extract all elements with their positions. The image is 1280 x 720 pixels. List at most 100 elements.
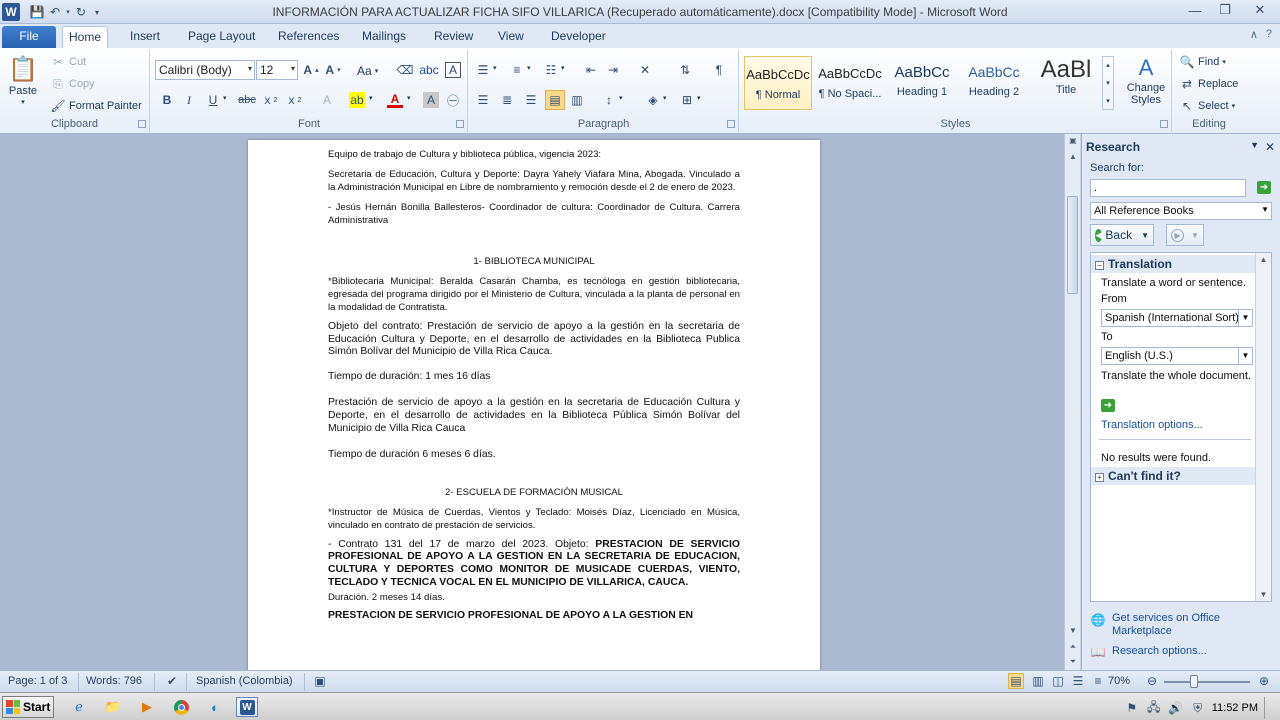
superscript-icon[interactable]: x2 [287,92,303,108]
asian-layout-icon[interactable]: ✕ [637,62,653,78]
media-player-icon[interactable]: ▶ [136,697,158,717]
cant-find-section-header[interactable]: + Can't find it? [1091,467,1255,485]
chrome-icon[interactable] [170,697,192,717]
scroll-up-icon[interactable]: ▲ [1065,150,1081,164]
find-button[interactable]: 🔍 Find ▾ [1179,54,1226,70]
highlight-dropdown-icon[interactable]: ▾ [369,94,373,102]
tab-view[interactable]: View [492,26,530,48]
macro-recording-icon[interactable]: ▣ [312,673,328,689]
close-pane-icon[interactable]: ✕ [1265,140,1275,154]
text-effects-icon[interactable]: A [319,92,335,108]
bullets-dropdown-icon[interactable]: ▾ [493,64,497,72]
next-page-icon[interactable]: ⏷ [1065,655,1081,669]
results-scrollbar[interactable]: ▲ ▼ [1255,253,1271,601]
document-page[interactable]: Equipo de trabajo de Cultura y bibliotec… [248,140,820,670]
style-no-spacing[interactable]: AaBbCcDc ¶ No Spaci... [816,56,884,110]
shading-dropdown-icon[interactable]: ▾ [663,94,667,102]
borders-dropdown-icon[interactable]: ▾ [697,94,701,102]
strikethrough-icon[interactable]: abc [238,92,256,108]
format-painter-button[interactable]: 🖌 Format Painter [50,98,141,114]
proofing-icon[interactable]: ✔ [164,673,180,689]
style-heading-2[interactable]: AaBbCc Heading 2 [960,56,1028,110]
paragraph-launcher-icon[interactable] [727,120,735,128]
zoom-level[interactable]: 70% [1108,675,1130,687]
enclose-characters-icon[interactable]: ㊀ [445,92,461,108]
previous-page-icon[interactable]: ⏶ [1065,640,1081,654]
character-shading-icon[interactable]: A [423,92,439,108]
character-border-icon[interactable]: A [445,62,461,78]
clipboard-launcher-icon[interactable] [138,120,146,128]
back-button[interactable]: ◀ Back ▼ [1090,224,1154,246]
tab-home[interactable]: Home [62,26,109,48]
get-services-link[interactable]: Get services on Office Marketplace [1112,612,1262,638]
align-center-icon[interactable]: ≣ [499,92,515,108]
zoom-out-icon[interactable]: ⊖ [1144,673,1160,689]
from-language-select[interactable]: Spanish (International Sort) ▼ [1101,309,1253,327]
underline-dropdown-icon[interactable]: ▾ [223,94,227,102]
distributed-icon[interactable]: ▥ [569,92,585,108]
font-color-icon[interactable]: A [387,92,403,108]
styles-gallery-scroll[interactable]: ▴ ▾ ▾ [1102,56,1114,110]
maximize-icon[interactable]: ❐ [1210,0,1240,20]
translation-options-link[interactable]: Translation options... [1101,419,1203,431]
replace-button[interactable]: ⇄ Replace [1179,76,1238,92]
tab-references[interactable]: References [272,26,345,48]
phonetic-guide-icon[interactable]: abc [419,62,438,78]
word-taskbar-icon[interactable]: W [236,697,258,717]
translate-document-go-icon[interactable]: ➔ [1101,399,1115,412]
numbering-dropdown-icon[interactable]: ▾ [527,64,531,72]
style-normal[interactable]: AaBbCcDc ¶ Normal [744,56,812,110]
bold-icon[interactable]: B [159,92,175,108]
tab-file[interactable]: File [2,26,56,48]
tab-review[interactable]: Review [428,26,479,48]
print-layout-icon[interactable]: ▤ [1008,673,1024,689]
zoom-in-icon[interactable]: ⊕ [1256,673,1272,689]
show-formatting-icon[interactable]: ¶ [711,62,727,78]
align-right-icon[interactable]: ☰ [523,92,539,108]
style-title[interactable]: AaBl Title [1032,56,1100,110]
pane-options-icon[interactable]: ▼ [1250,140,1259,150]
select-button[interactable]: ↖ Select ▾ [1179,98,1235,114]
change-styles-button[interactable]: A Change Styles [1124,54,1168,106]
decrease-indent-icon[interactable]: ⇤ [583,62,599,78]
network-icon[interactable]: 🖧 [1146,700,1162,716]
tab-mailings[interactable]: Mailings [356,26,412,48]
multilevel-dropdown-icon[interactable]: ▾ [561,64,565,72]
outline-icon[interactable]: ☰ [1070,673,1086,689]
style-heading-1[interactable]: AaBbCc Heading 1 [888,56,956,110]
tab-page-layout[interactable]: Page Layout [182,26,261,48]
security-icon[interactable]: ⛨ [1190,700,1206,716]
font-name-combo[interactable]: Calibri (Body) ▾ [155,60,255,80]
scrollbar-thumb[interactable] [1067,196,1078,294]
subscript-icon[interactable]: x2 [263,92,279,108]
clock[interactable]: 11:52 PM [1212,702,1258,714]
bullets-icon[interactable]: ☰ [475,62,491,78]
document-vertical-scrollbar[interactable]: ▣ ▲ ▼ ⏶ ⏷ [1064,134,1080,670]
copy-button[interactable]: ⎘ Copy [50,76,95,92]
web-layout-icon[interactable]: ◫ [1050,673,1066,689]
italic-icon[interactable]: I [181,92,197,108]
document-area[interactable]: Equipo de trabajo de Cultura y bibliotec… [0,134,1080,670]
language-status[interactable]: Spanish (Colombia) [196,675,293,687]
minimize-icon[interactable]: — [1180,0,1210,20]
to-language-select[interactable]: English (U.S.) ▼ [1101,347,1253,365]
highlight-icon[interactable]: ab [349,92,365,108]
volume-icon[interactable]: 🔊 [1168,700,1184,716]
start-button[interactable]: Start [2,696,54,718]
justify-icon[interactable]: ▤ [545,90,565,110]
forward-button[interactable]: ▶ ▼ [1166,224,1204,246]
multilevel-list-icon[interactable]: ☷ [543,62,559,78]
reference-source-select[interactable]: All Reference Books ▼ [1090,202,1272,220]
file-explorer-icon[interactable]: 📁 [102,697,124,717]
action-center-icon[interactable]: ⚑ [1124,700,1140,716]
help-icon[interactable]: ? [1266,28,1272,41]
word-count-status[interactable]: Words: 796 [86,675,142,687]
page-count-status[interactable]: Page: 1 of 3 [8,675,67,687]
zoom-slider-thumb[interactable] [1190,675,1198,688]
numbering-icon[interactable]: ≡ [509,62,525,78]
line-spacing-icon[interactable]: ↕ [601,92,617,108]
shrink-font-icon[interactable]: A ▾ [325,62,341,78]
paste-button[interactable]: 📋 Paste ▾ [8,54,38,107]
scroll-down-icon[interactable]: ▼ [1065,624,1081,638]
tab-insert[interactable]: Insert [124,26,166,48]
